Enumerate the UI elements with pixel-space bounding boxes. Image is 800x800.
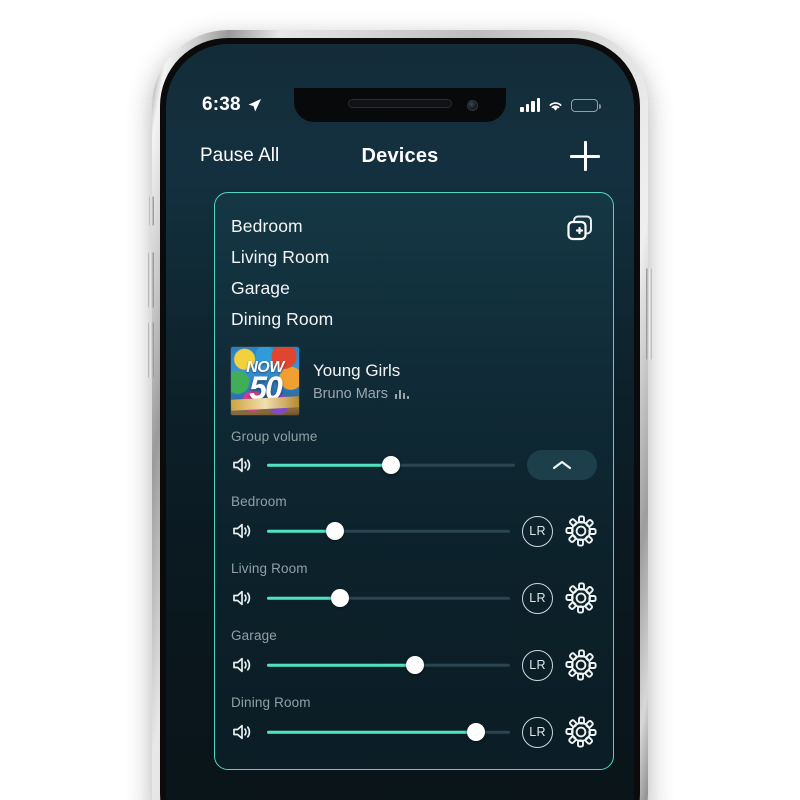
room-volume-row: LR: [231, 515, 597, 547]
status-bar-time: 6:38: [202, 94, 241, 115]
phone-device-frame: 6:38 Pause All Devices Bedroom Living Ro…: [152, 30, 648, 800]
room-volume-slider[interactable]: [267, 520, 510, 542]
slider-fill: [267, 463, 391, 467]
now-playing-row[interactable]: NOW 50 Young Girls Bruno Mars: [231, 347, 597, 415]
room-volume-block: Bedroom LR: [231, 494, 597, 547]
grouped-room-item[interactable]: Bedroom: [231, 211, 597, 242]
room-volume-block: Living Room LR: [231, 561, 597, 614]
room-volume-row: LR: [231, 716, 597, 748]
pause-all-button[interactable]: Pause All: [200, 145, 279, 167]
slider-fill: [267, 529, 336, 533]
slider-thumb[interactable]: [330, 589, 349, 607]
stereo-pair-badge[interactable]: LR: [522, 649, 553, 681]
room-volume-slider[interactable]: [267, 654, 510, 676]
add-device-button[interactable]: [570, 141, 600, 171]
group-volume-label: Group volume: [231, 429, 318, 444]
room-settings-button[interactable]: [565, 649, 597, 681]
room-volume-list: Bedroom LR Living Room LR Garage LR Dining Roo…: [231, 494, 597, 748]
grouped-rooms-list: Bedroom Living Room Garage Dining Room: [231, 211, 597, 335]
room-volume-block: Garage LR: [231, 628, 597, 681]
room-volume-slider[interactable]: [267, 721, 510, 743]
room-volume-label: Dining Room: [231, 695, 311, 710]
cellular-bars-icon: [520, 97, 540, 112]
speaker-wave-icon: [233, 457, 251, 473]
status-bar-left: 6:38: [202, 94, 262, 116]
room-volume-slider[interactable]: [267, 587, 510, 609]
battery-icon: [571, 98, 601, 112]
screenshot-canvas: 6:38 Pause All Devices Bedroom Living Ro…: [0, 0, 800, 800]
wifi-icon: [549, 101, 562, 111]
location-arrow-icon: [248, 98, 261, 111]
room-volume-block: Dining Room LR: [231, 695, 597, 748]
slider-thumb[interactable]: [382, 456, 400, 474]
phone-inner-bezel: 6:38 Pause All Devices Bedroom Living Ro…: [160, 38, 640, 800]
phone-screen: 6:38 Pause All Devices Bedroom Living Ro…: [166, 44, 634, 800]
album-art-band: [231, 396, 299, 411]
speaker-group-card: Bedroom Living Room Garage Dining Room N…: [214, 192, 614, 770]
track-artist-row: Bruno Mars: [313, 385, 410, 402]
speaker-wave-icon: [233, 724, 251, 740]
speaker-wave-icon: [233, 657, 251, 673]
slider-thumb[interactable]: [326, 522, 345, 540]
chevron-up-icon: [552, 460, 572, 470]
stereo-pair-badge[interactable]: LR: [522, 582, 553, 614]
stereo-pair-badge[interactable]: LR: [522, 515, 553, 547]
volume-up-button[interactable]: [148, 252, 154, 308]
speaker-wave-icon: [233, 590, 251, 606]
page-title: Devices: [361, 144, 439, 167]
room-volume-label: Garage: [231, 628, 277, 643]
volume-down-button[interactable]: [148, 322, 154, 378]
navigation-bar: Pause All Devices: [166, 128, 634, 184]
power-button[interactable]: [646, 268, 652, 360]
status-bar-right: [520, 97, 601, 112]
room-settings-button[interactable]: [565, 716, 597, 748]
slider-fill: [267, 663, 416, 667]
collapse-rooms-button[interactable]: [527, 450, 597, 480]
speaker-wave-icon: [233, 523, 251, 539]
group-volume-block: Group volume: [231, 429, 597, 480]
track-artist: Bruno Mars: [313, 385, 388, 402]
track-title: Young Girls: [313, 360, 401, 380]
slider-fill: [267, 596, 340, 600]
grouped-room-item[interactable]: Dining Room: [231, 304, 597, 335]
stereo-pair-badge[interactable]: LR: [522, 716, 553, 748]
equalizer-icon: [394, 389, 410, 399]
room-volume-label: Bedroom: [231, 494, 287, 509]
mute-switch-button[interactable]: [149, 196, 154, 226]
now-playing-text: Young Girls Bruno Mars: [313, 360, 410, 402]
status-bar: 6:38: [166, 84, 634, 126]
group-volume-row: [231, 450, 597, 480]
grouped-room-item[interactable]: Living Room: [231, 242, 597, 273]
room-settings-button[interactable]: [565, 515, 597, 547]
room-volume-row: LR: [231, 582, 597, 614]
slider-thumb[interactable]: [406, 656, 425, 674]
grouped-room-item[interactable]: Garage: [231, 273, 597, 304]
room-settings-button[interactable]: [565, 582, 597, 614]
album-art: NOW 50: [231, 347, 299, 415]
room-volume-row: LR: [231, 649, 597, 681]
group-volume-slider[interactable]: [267, 454, 515, 476]
slider-thumb[interactable]: [466, 723, 485, 741]
duplicate-add-icon[interactable]: [565, 213, 595, 243]
slider-fill: [267, 730, 476, 734]
room-volume-label: Living Room: [231, 561, 308, 576]
